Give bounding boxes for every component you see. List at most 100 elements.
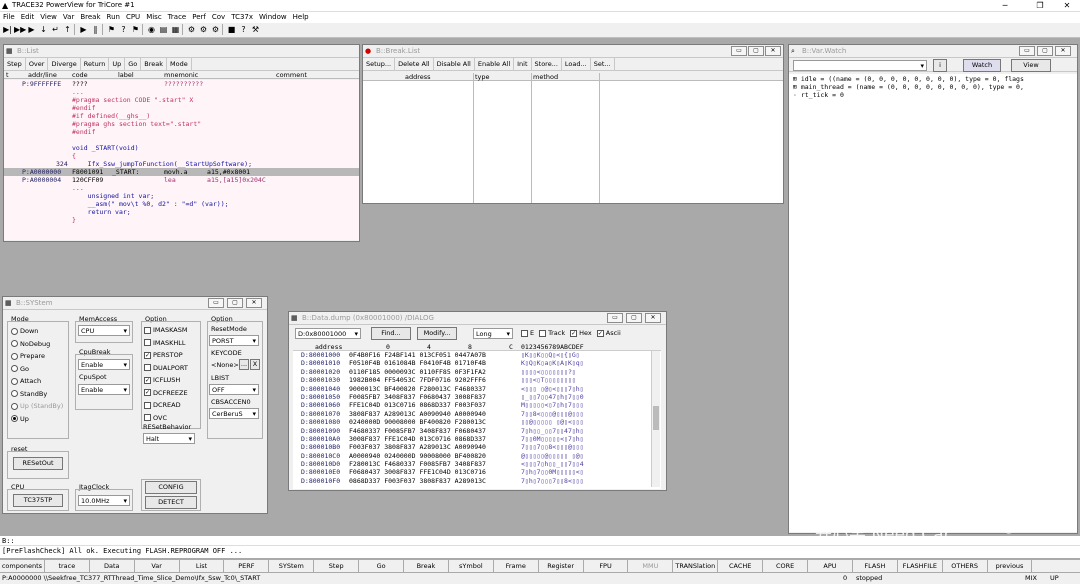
- list-row[interactable]: void _START(void): [4, 144, 359, 152]
- break-set-button[interactable]: Set...: [591, 58, 615, 70]
- list-row[interactable]: 324 Ifx_Ssw_jumpToFunction(__StartUpSoft…: [4, 160, 359, 168]
- option-check-dcread[interactable]: DCREAD: [144, 401, 188, 414]
- watch-item[interactable]: ⊞ idle = ((name = (0, 0, 0, 0, 0, 0, 0, …: [793, 75, 1073, 83]
- break-max-button[interactable]: ▢: [748, 46, 764, 56]
- dump-width-select[interactable]: Long: [473, 328, 513, 339]
- break-load-button[interactable]: Load...: [562, 58, 591, 70]
- list-row[interactable]: P:A0000000 F8001091 _START: movh.a a15,#0x8…: [4, 168, 359, 176]
- softkey-fpu[interactable]: FPU: [584, 560, 629, 572]
- minimize-button[interactable]: ─: [990, 0, 1020, 11]
- list-code-area[interactable]: P:9FFFFFFE??????????????... #pragma secti…: [4, 80, 359, 240]
- softkey-go[interactable]: Go: [359, 560, 405, 572]
- list-row[interactable]: ...: [4, 184, 359, 192]
- mode-radio-upstandby[interactable]: Up (StandBy): [11, 402, 63, 415]
- list-row[interactable]: return var;: [4, 208, 359, 216]
- mode-radio-prepare[interactable]: Prepare: [11, 352, 63, 365]
- list-row[interactable]: #pragma section CODE ".start" X: [4, 96, 359, 104]
- dump-address-input[interactable]: D:0x80001000: [295, 328, 361, 339]
- list-row[interactable]: P:9FFFFFFE??????????????: [4, 80, 359, 88]
- toolbar-icon-3[interactable]: ↓: [38, 24, 49, 35]
- list-diverge-button[interactable]: Diverge: [48, 58, 81, 70]
- mode-radio-attach[interactable]: Attach: [11, 377, 63, 390]
- toolbar-icon-12[interactable]: ⚑: [130, 24, 141, 35]
- toolbar-icon-1[interactable]: ▶▶: [14, 24, 26, 35]
- toolbar-icon-10[interactable]: ⚑: [106, 24, 117, 35]
- toolbar-icon-5[interactable]: ↑: [62, 24, 73, 35]
- dump-max-button[interactable]: ▢: [626, 313, 642, 323]
- option-check-icflush[interactable]: ✓ ICFLUSH: [144, 376, 188, 389]
- dump-row[interactable]: D:800010C0 A0000940 0240000D 90008000 BF4…: [293, 452, 661, 460]
- softkey-frame[interactable]: Frame: [494, 560, 539, 572]
- list-up-button[interactable]: Up: [109, 58, 126, 70]
- dump-scrollbar[interactable]: [651, 351, 660, 487]
- detect-button[interactable]: DETECT: [145, 496, 197, 509]
- list-over-button[interactable]: Over: [26, 58, 49, 70]
- softkey-break[interactable]: Break: [404, 560, 449, 572]
- toolbar-icon-0[interactable]: ▶|: [2, 24, 13, 35]
- list-step-button[interactable]: Step: [4, 58, 26, 70]
- watch-item[interactable]: · rt_tick = 0: [793, 91, 1073, 99]
- list-row[interactable]: #pragma ghs section text=".start": [4, 120, 359, 128]
- list-row[interactable]: #if defined(__ghs__): [4, 112, 359, 120]
- dump-row[interactable]: D:800010F0 0868D337 F003F037 3808F837 A28…: [293, 477, 661, 485]
- option-check-imaskasm[interactable]: IMASKASM: [144, 326, 188, 339]
- resetout-button[interactable]: RESetOut: [13, 457, 63, 470]
- memaccess-select[interactable]: CPU: [78, 325, 130, 336]
- softkey-step[interactable]: Step: [314, 560, 360, 572]
- menu-var[interactable]: Var: [60, 12, 77, 23]
- list-row[interactable]: #endif: [4, 128, 359, 136]
- softkey-cache[interactable]: CACHE: [718, 560, 764, 572]
- menu-trace[interactable]: Trace: [165, 12, 190, 23]
- toolbar-icon-23[interactable]: ?: [238, 24, 249, 35]
- find-button[interactable]: Find...: [371, 327, 411, 340]
- mode-radio-go[interactable]: Go: [11, 365, 63, 378]
- toolbar-icon-22[interactable]: ■: [226, 24, 237, 35]
- keycode-clear-button[interactable]: X: [250, 359, 260, 370]
- softkey-flash[interactable]: FLASH: [853, 560, 898, 572]
- dump-close-button[interactable]: ✕: [645, 313, 661, 323]
- list-row[interactable]: P:A0000004 120CFF09 lea a15,[a15]0x204C: [4, 176, 359, 184]
- softkey-var[interactable]: Var: [135, 560, 180, 572]
- menu-window[interactable]: Window: [256, 12, 290, 23]
- softkey-symbol[interactable]: sYmbol: [449, 560, 494, 572]
- dump-check-track[interactable]: Track: [539, 329, 565, 337]
- resetmode-select[interactable]: PORST: [209, 335, 259, 346]
- option-check-dcfreeze[interactable]: ✓ DCFREEZE: [144, 389, 188, 402]
- softkey-list[interactable]: List: [180, 560, 225, 572]
- list-row[interactable]: [4, 136, 359, 144]
- dump-row[interactable]: D:80001060 FFE1C04D 013C0716 0868D337 F00…: [293, 401, 661, 409]
- modify-button[interactable]: Modify...: [417, 327, 457, 340]
- menu-file[interactable]: File: [0, 12, 18, 23]
- command-input[interactable]: B::: [0, 536, 1080, 546]
- dump-row[interactable]: D:80001010 F0510F4B 0161084B F0410F4B 017…: [293, 359, 661, 367]
- option-check-dualport[interactable]: DUALPORT: [144, 364, 188, 377]
- softkey-system[interactable]: SYStem: [269, 560, 315, 572]
- toolbar-icon-15[interactable]: ▤: [158, 24, 169, 35]
- dump-check-ascii[interactable]: ✓ Ascii: [596, 329, 621, 337]
- softkey-perf[interactable]: PERF: [224, 560, 270, 572]
- watch-list[interactable]: ⊞ idle = ((name = (0, 0, 0, 0, 0, 0, 0, …: [789, 74, 1077, 532]
- softkey-flashfile[interactable]: FLASHFILE: [898, 560, 943, 572]
- break-store-button[interactable]: Store...: [532, 58, 562, 70]
- menu-edit[interactable]: Edit: [18, 12, 38, 23]
- list-row[interactable]: }: [4, 216, 359, 224]
- dump-check-e[interactable]: E: [521, 329, 534, 337]
- softkey-translation[interactable]: TRANSlation: [673, 560, 719, 572]
- watch-close-button[interactable]: ✕: [1055, 46, 1071, 56]
- mode-radio-down[interactable]: Down: [11, 327, 63, 340]
- dump-row[interactable]: D:800010D0 F280013C F4680337 F0085FB7 340…: [293, 460, 661, 468]
- softkey-core[interactable]: CORE: [763, 560, 809, 572]
- mode-radio-standby[interactable]: StandBy: [11, 390, 63, 403]
- watch-min-button[interactable]: ▭: [1019, 46, 1035, 56]
- toolbar-icon-16[interactable]: ▦: [170, 24, 181, 35]
- list-row[interactable]: {: [4, 152, 359, 160]
- view-button[interactable]: View: [1011, 59, 1051, 72]
- softkey-trace[interactable]: trace: [45, 560, 90, 572]
- dump-row[interactable]: D:80001020 0110F185 0000093C 0110FF85 0F3…: [293, 368, 661, 376]
- system-close-button[interactable]: ✕: [246, 298, 262, 308]
- toolbar-icon-4[interactable]: ↵: [50, 24, 61, 35]
- softkey-apu[interactable]: APU: [808, 560, 853, 572]
- cpu-button[interactable]: TC375TP: [13, 494, 63, 507]
- dump-row[interactable]: D:80001070 3808F837 A289013C A0090940 A00…: [293, 410, 661, 418]
- softkey-others[interactable]: OTHERS: [943, 560, 988, 572]
